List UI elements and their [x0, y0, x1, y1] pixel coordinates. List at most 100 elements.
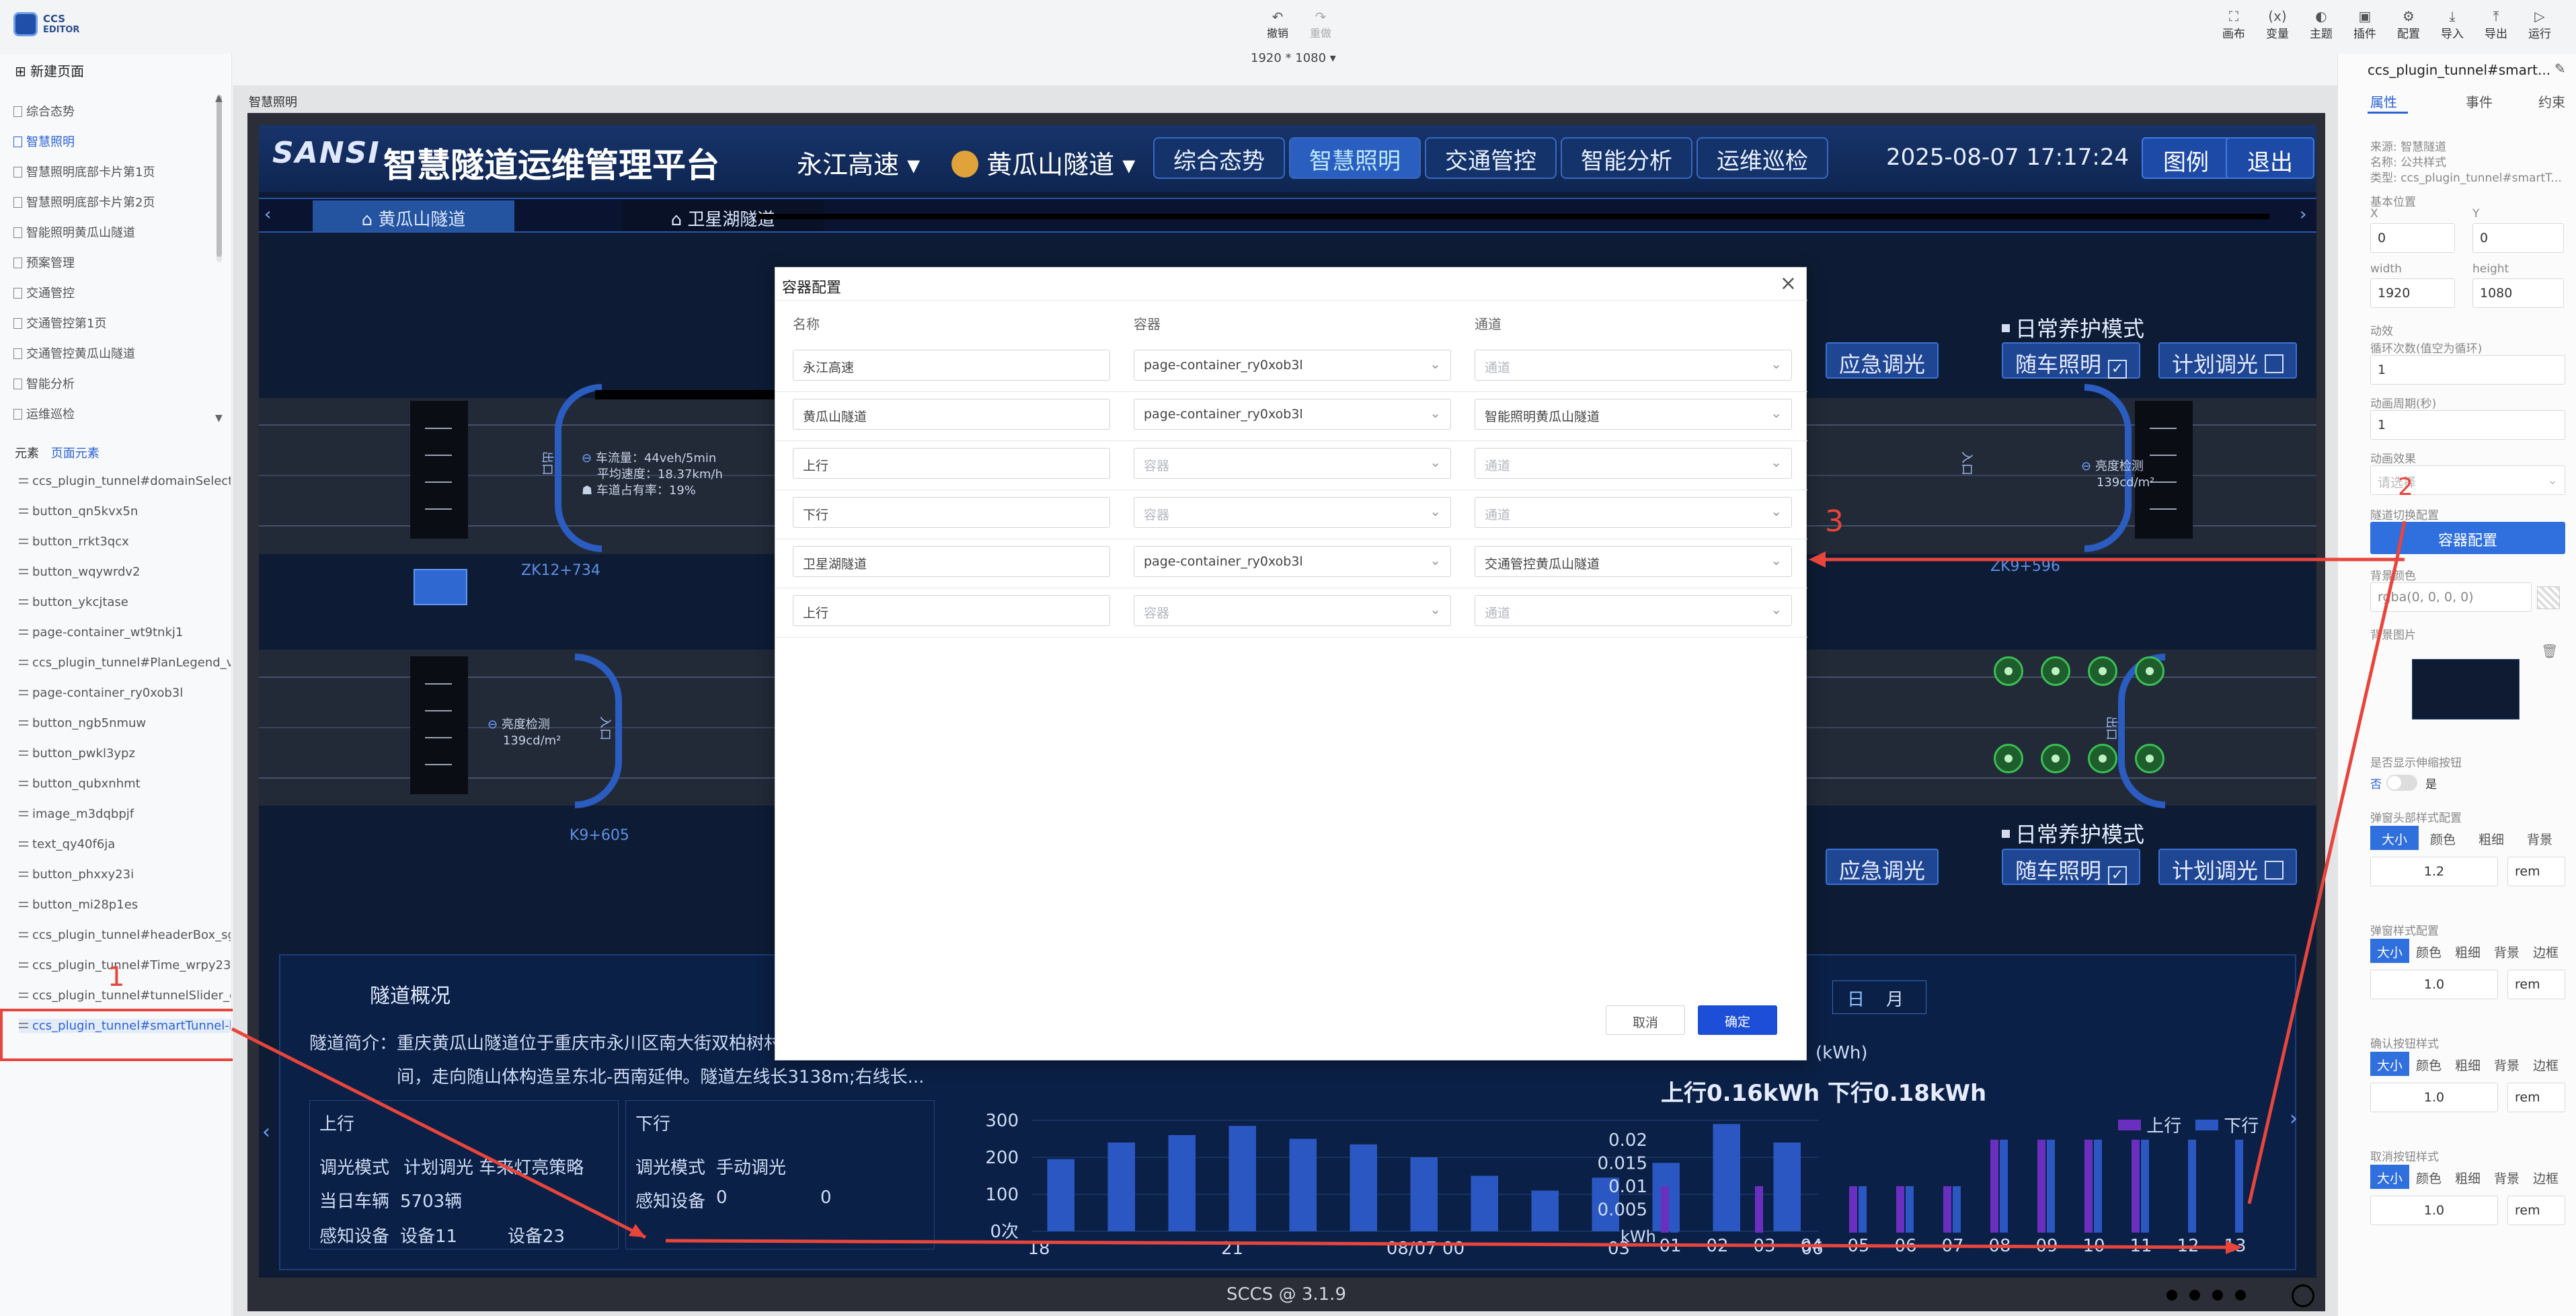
- style-seg-tab[interactable]: 边框: [2526, 939, 2565, 963]
- row-container-select[interactable]: page-container_ry0xob3l ⌄: [1134, 350, 1451, 381]
- page-dot[interactable]: [2167, 1290, 2177, 1301]
- redo-button[interactable]: ↷ 重做: [1302, 9, 1339, 40]
- unit-select[interactable]: rem: [2507, 857, 2565, 886]
- row-container-select[interactable]: page-container_ry0xob3l ⌄: [1134, 546, 1451, 577]
- row-channel-select[interactable]: 通道 ⌄: [1475, 350, 1792, 381]
- power-icon[interactable]: ⏻: [2292, 1284, 2314, 1307]
- size-input[interactable]: 1.0: [2370, 1196, 2498, 1225]
- style-seg-tab[interactable]: 边框: [2526, 1165, 2565, 1189]
- page-item[interactable]: 预案管理: [13, 254, 215, 271]
- cancel-button[interactable]: 取消: [1606, 1005, 1685, 1035]
- tool-canvas[interactable]: ⛶ 画布: [2212, 8, 2255, 41]
- close-icon[interactable]: ×: [1780, 272, 1797, 295]
- new-page-button[interactable]: ⊞ 新建页面: [15, 61, 84, 80]
- page-item[interactable]: 运维巡检: [13, 405, 215, 422]
- page-item[interactable]: 智慧照明底部卡片第1页: [13, 163, 215, 180]
- style-seg-tab[interactable]: 粗细: [2448, 1165, 2487, 1189]
- row-channel-select[interactable]: 通道 ⌄: [1475, 595, 1792, 626]
- row-name-input[interactable]: 上行: [793, 595, 1110, 626]
- row-name-input[interactable]: 永江高速: [793, 350, 1110, 381]
- element-item[interactable]: ccs_plugin_tunnel#PlanLegend_vi: [19, 656, 231, 670]
- unit-select[interactable]: rem: [2507, 1083, 2565, 1112]
- size-input[interactable]: 1.0: [2370, 1083, 2498, 1112]
- bg-image-thumbnail[interactable]: [2412, 659, 2520, 720]
- style-seg-tab[interactable]: 粗细: [2448, 1052, 2487, 1076]
- page-item[interactable]: 智能照明黄瓜山隧道: [13, 223, 215, 241]
- size-input[interactable]: 1.2: [2370, 857, 2498, 886]
- page-dot[interactable]: [2189, 1290, 2200, 1301]
- style-seg-tab[interactable]: 粗细: [2448, 939, 2487, 963]
- element-item[interactable]: ccs_plugin_tunnel#headerBox_sgt: [19, 928, 231, 942]
- tab-constraints[interactable]: 约束: [2538, 91, 2565, 111]
- row-channel-select[interactable]: 通道 ⌄: [1475, 448, 1792, 479]
- style-seg-tab[interactable]: 背景: [2487, 1165, 2526, 1189]
- row-name-input[interactable]: 上行: [793, 448, 1110, 479]
- row-channel-select[interactable]: 通道 ⌄: [1475, 497, 1792, 528]
- row-name-input[interactable]: 卫星湖隧道: [793, 546, 1110, 577]
- loop-input[interactable]: 1: [2370, 355, 2565, 385]
- height-input[interactable]: 1080: [2472, 278, 2564, 308]
- row-channel-select[interactable]: 交通管控黄瓜山隧道 ⌄: [1475, 546, 1792, 577]
- element-item[interactable]: text_qy40f6ja: [19, 837, 231, 851]
- page-item[interactable]: 交通管控: [13, 284, 215, 301]
- style-seg-tab[interactable]: 颜色: [2419, 826, 2467, 850]
- element-item[interactable]: button_qn5kvx5n: [19, 504, 231, 518]
- tool-variables[interactable]: (x) 变量: [2256, 8, 2299, 41]
- page-item[interactable]: 智慧照明底部卡片第2页: [13, 193, 215, 210]
- row-name-input[interactable]: 下行: [793, 497, 1110, 528]
- unit-select[interactable]: rem: [2507, 1196, 2565, 1225]
- bg-color-input[interactable]: rgba(0, 0, 0, 0): [2370, 582, 2532, 612]
- row-channel-select[interactable]: 智能照明黄瓜山隧道 ⌄: [1475, 399, 1792, 430]
- size-input[interactable]: 1.0: [2370, 970, 2498, 999]
- element-item[interactable]: ccs_plugin_tunnel#domainSelect: [19, 474, 231, 488]
- scroll-up-icon[interactable]: ▲: [215, 93, 223, 104]
- period-input[interactable]: 1: [2370, 410, 2565, 440]
- style-seg-tab[interactable]: 粗细: [2467, 826, 2515, 850]
- scroll-down-icon[interactable]: ▼: [215, 413, 223, 424]
- tool-run[interactable]: ▷ 运行: [2518, 8, 2561, 41]
- tab-page-elements[interactable]: 页面元素: [51, 447, 100, 461]
- tool-import[interactable]: ⤓ 导入: [2431, 8, 2474, 41]
- tool-plugins[interactable]: ▣ 插件: [2343, 8, 2386, 41]
- color-picker-icon[interactable]: [2537, 586, 2560, 609]
- style-seg-tab[interactable]: 颜色: [2409, 939, 2448, 963]
- style-seg-tab[interactable]: 颜色: [2409, 1165, 2448, 1189]
- tab-events[interactable]: 事件: [2466, 91, 2493, 111]
- x-input[interactable]: 0: [2370, 223, 2455, 253]
- row-name-input[interactable]: 黄瓜山隧道: [793, 399, 1110, 430]
- element-item[interactable]: image_m3dqbpjf: [19, 807, 231, 821]
- confirm-button[interactable]: 确定: [1698, 1005, 1777, 1035]
- element-item[interactable]: button_rrkt3qcx: [19, 535, 231, 549]
- unit-select[interactable]: rem: [2507, 970, 2565, 999]
- width-input[interactable]: 1920: [2370, 278, 2455, 308]
- element-item[interactable]: button_ykcjtase: [19, 595, 231, 609]
- page-dot[interactable]: [2235, 1290, 2246, 1301]
- row-container-select[interactable]: 容器 ⌄: [1134, 595, 1451, 626]
- element-item[interactable]: button_ngb5nmuw: [19, 716, 231, 730]
- style-seg-tab[interactable]: 背景: [2487, 1052, 2526, 1076]
- collapse-toggle[interactable]: [2386, 775, 2417, 791]
- element-item[interactable]: button_mi28p1es: [19, 898, 231, 912]
- row-container-select[interactable]: 容器 ⌄: [1134, 448, 1451, 479]
- tab-properties[interactable]: 属性: [2370, 91, 2397, 111]
- element-item[interactable]: button_pwkl3ypz: [19, 746, 231, 761]
- element-item[interactable]: page-container_ry0xob3l: [19, 686, 231, 700]
- page-dot[interactable]: [2212, 1290, 2223, 1301]
- tool-export[interactable]: ⤒ 导出: [2474, 8, 2518, 41]
- container-config-button[interactable]: 容器配置: [2370, 522, 2565, 554]
- row-container-select[interactable]: page-container_ry0xob3l ⌄: [1134, 399, 1451, 430]
- tab-elements[interactable]: 元素: [15, 447, 39, 461]
- page-list-scroll-thumb[interactable]: [217, 95, 222, 257]
- style-seg-tab[interactable]: 大小: [2370, 1165, 2409, 1189]
- delete-icon[interactable]: 🗑: [2541, 643, 2558, 659]
- tool-theme[interactable]: ◐ 主题: [2300, 8, 2343, 41]
- style-seg-tab[interactable]: 背景: [2487, 939, 2526, 963]
- undo-button[interactable]: ↶ 撤销: [1259, 9, 1296, 40]
- element-item[interactable]: ccs_plugin_tunnel#tunnelSlider_q: [19, 989, 231, 1003]
- style-seg-tab[interactable]: 背景: [2515, 826, 2564, 850]
- page-item[interactable]: 智能分析: [13, 375, 215, 392]
- row-container-select[interactable]: 容器 ⌄: [1134, 497, 1451, 528]
- style-seg-tab[interactable]: 边框: [2526, 1052, 2565, 1076]
- y-input[interactable]: 0: [2472, 223, 2564, 253]
- element-item[interactable]: button_wqywrdv2: [19, 565, 231, 579]
